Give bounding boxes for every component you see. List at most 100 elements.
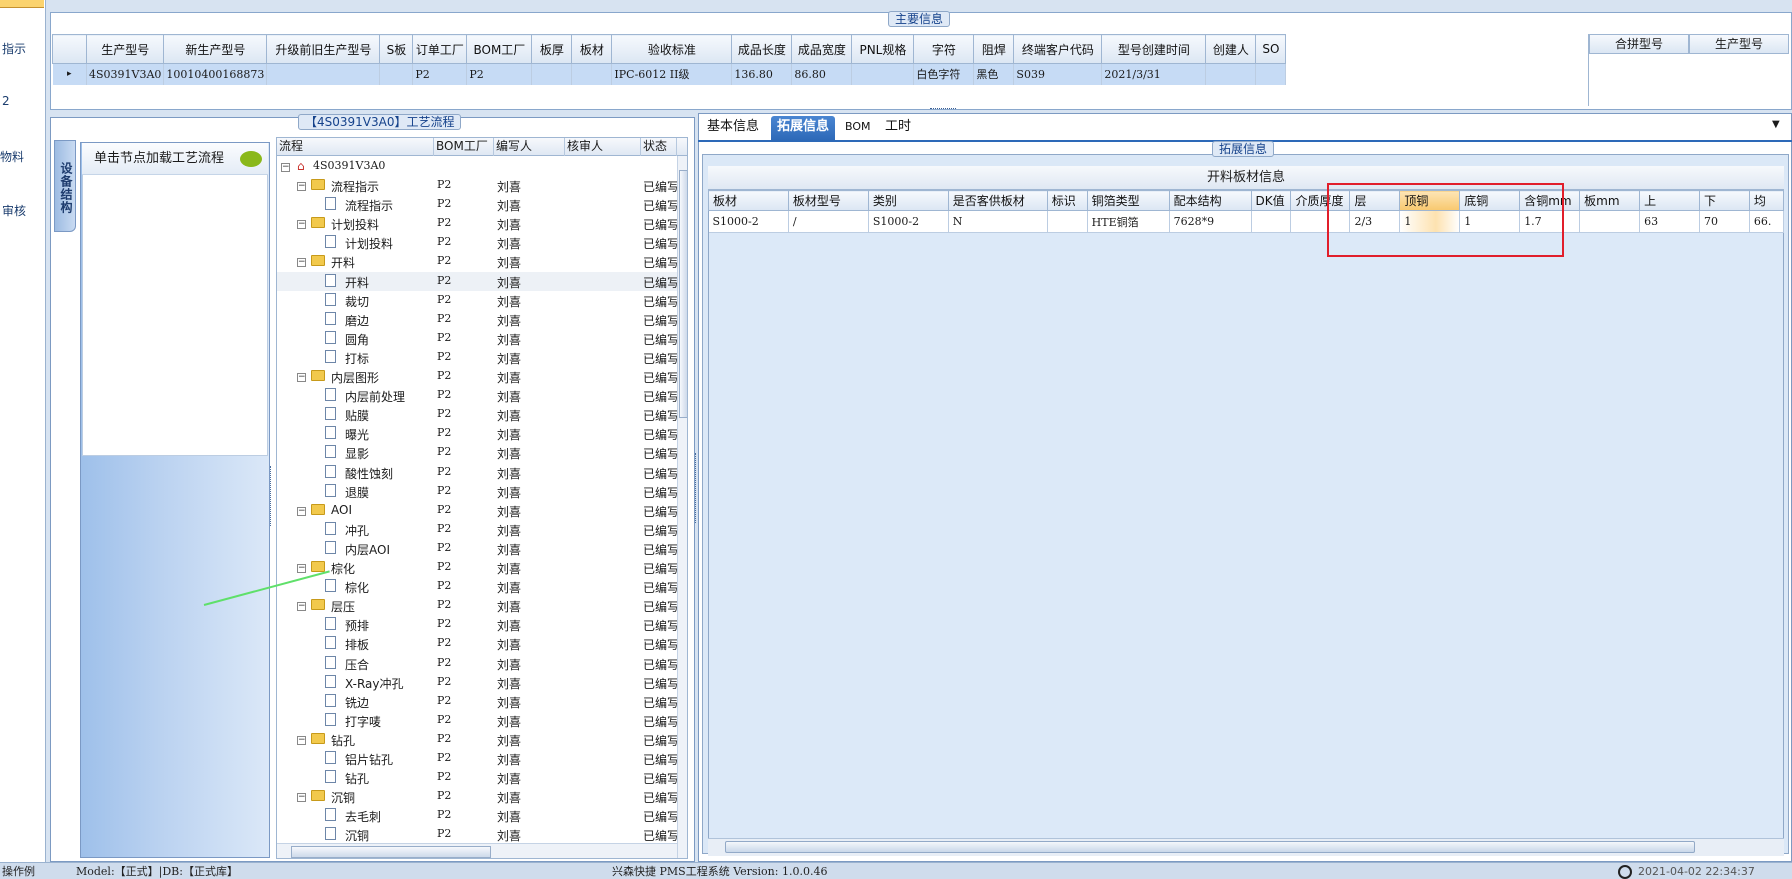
tree-row[interactable]: 酸性蚀刻 P2 刘喜 已编写 [277,463,679,482]
tree-row[interactable]: − 开料 P2 刘喜 已编写 [277,252,679,271]
tree-vscroll-thumb[interactable] [679,170,687,418]
expand-toggle-icon[interactable]: − [297,254,306,268]
main-col-header[interactable]: 升级前旧生产型号 [266,34,381,64]
tree-hscroll-thumb[interactable] [291,846,491,858]
material-col-header[interactable]: 铜箔类型 [1086,190,1170,211]
material-col-header[interactable]: 板mm [1579,190,1641,211]
left-nav-item[interactable]: 物料 [0,148,24,165]
tree-row[interactable]: 曝光 P2 刘喜 已编写 [277,424,679,443]
tab-bom[interactable]: BOM [839,116,877,140]
tree-row[interactable]: 内层AOI P2 刘喜 已编写 [277,539,679,558]
tree-row[interactable]: 贴膜 P2 刘喜 已编写 [277,405,679,424]
tab-work-hours[interactable]: 工时 [879,116,917,140]
tree-row[interactable]: 圆角 P2 刘喜 已编写 [277,329,679,348]
tree-col-bom-factory[interactable]: BOM工厂 [434,138,494,156]
expand-toggle-icon[interactable]: − [297,216,306,230]
material-col-header[interactable]: DK值 [1250,190,1292,211]
main-col-header[interactable]: S板 [379,34,414,64]
main-col-header[interactable]: 创建人 [1205,34,1257,64]
tree-row[interactable]: 排板 P2 刘喜 已编写 [277,634,679,653]
tree-vscroll[interactable] [677,156,687,858]
expand-toggle-icon[interactable]: − [297,560,306,574]
expand-toggle-icon[interactable]: − [297,598,306,612]
tree-row[interactable]: 内层前处理 P2 刘喜 已编写 [277,386,679,405]
tab-ext-info[interactable]: 拓展信息 [771,116,836,140]
tree-row[interactable]: 磨边 P2 刘喜 已编写 [277,310,679,329]
tree-row[interactable]: 棕化 P2 刘喜 已编写 [277,577,679,596]
main-col-header[interactable]: 板材 [571,34,613,64]
tree-root[interactable]: − ⌂ 4S0391V3A0 [277,157,677,176]
material-col-header[interactable]: 板材 [708,190,789,211]
merge-model-column[interactable]: 合拼型号 [1589,34,1689,54]
material-col-header[interactable]: 标识 [1046,190,1088,211]
tree-row[interactable]: − 内层图形 P2 刘喜 已编写 [277,367,679,386]
tree-row[interactable]: 铝片钻孔 P2 刘喜 已编写 [277,749,679,768]
main-col-header[interactable]: 新生产型号 [163,34,268,64]
tree-row[interactable]: − 沉铜 P2 刘喜 已编写 [277,787,679,806]
tree-row[interactable]: 计划投料 P2 刘喜 已编写 [277,233,679,252]
chevron-down-icon[interactable]: ▼ [1772,119,1780,130]
tree-row[interactable]: 冲孔 P2 刘喜 已编写 [277,520,679,539]
main-col-header[interactable]: 板厚 [531,34,573,64]
material-col-header[interactable]: 均 [1748,190,1784,211]
tree-col-flow[interactable]: 流程 [277,138,434,156]
main-col-header[interactable]: 验收标准 [611,34,733,64]
tab-basic-info[interactable]: 基本信息 [701,116,765,140]
tree-row[interactable]: 沉铜 P2 刘喜 已编写 [277,825,679,844]
tree-row[interactable]: 去毛刺 P2 刘喜 已编写 [277,806,679,825]
left-nav-item[interactable]: 指示 [2,40,26,57]
splitter-handle[interactable] [270,466,274,526]
tree-row[interactable]: 退膜 P2 刘喜 已编写 [277,482,679,501]
material-row[interactable]: S1000-2/S1000-2 N HTE铜箔 7628*9 2/3 1 1 1.7 63 70 6… [708,210,1784,233]
material-col-header[interactable]: 板材型号 [787,190,869,211]
tree-row[interactable]: − 计划投料 P2 刘喜 已编写 [277,214,679,233]
tree-row[interactable]: − 流程指示 P2 刘喜 已编写 [277,176,679,195]
material-col-header[interactable]: 类别 [867,190,949,211]
material-col-header[interactable]: 上 [1639,190,1700,211]
material-hscroll-thumb[interactable] [725,841,1695,853]
tree-col-status[interactable]: 状态 [641,138,677,156]
main-col-header[interactable]: 订单工厂 [412,34,468,64]
tree-row[interactable]: X-Ray冲孔 P2 刘喜 已编写 [277,673,679,692]
left-nav-item[interactable]: 2 [2,94,10,108]
tree-row[interactable]: 预排 P2 刘喜 已编写 [277,615,679,634]
main-col-header[interactable]: PNL规格 [851,34,915,64]
tree-col-reviewer[interactable]: 核审人 [565,138,641,156]
expand-toggle-icon[interactable]: − [297,732,306,746]
tree-hscroll[interactable] [277,843,677,858]
tree-row[interactable]: 铣边 P2 刘喜 已编写 [277,692,679,711]
main-col-header[interactable]: BOM工厂 [466,34,533,64]
tree-row[interactable]: 压合 P2 刘喜 已编写 [277,654,679,673]
expand-toggle-icon[interactable]: − [297,503,306,517]
main-col-header[interactable]: 生产型号 [85,34,165,64]
tree-row[interactable]: 打标 P2 刘喜 已编写 [277,348,679,367]
splitter-handle[interactable] [930,108,956,112]
expand-toggle-icon[interactable]: − [297,369,306,383]
main-col-header[interactable]: 阻焊 [973,34,1015,64]
tree-col-writer[interactable]: 编写人 [494,138,565,156]
production-model-column[interactable]: 生产型号 [1689,34,1789,54]
material-col-header[interactable]: 下 [1698,190,1750,211]
left-nav-item[interactable]: 审核 [2,202,26,219]
main-col-header[interactable]: 终端客户代码 [1013,34,1103,64]
expand-toggle-icon[interactable]: − [297,178,306,192]
tree-row[interactable]: 流程指示 P2 刘喜 已编写 [277,195,679,214]
tree-row[interactable]: − 层压 P2 刘喜 已编写 [277,596,679,615]
left-nav-selected-item[interactable] [0,0,44,8]
main-col-header[interactable]: 成品宽度 [791,34,853,64]
tree-row[interactable]: − 钻孔 P2 刘喜 已编写 [277,730,679,749]
main-info-row[interactable]: ▸ 4S0391V3A0 10010400168873 P2 P2 IPC-6012 II… [52,63,1287,85]
main-col-header[interactable]: 字符 [913,34,975,64]
material-col-header[interactable]: 是否客供板材 [947,190,1048,211]
tree-row[interactable]: 显影 P2 刘喜 已编写 [277,443,679,462]
material-col-header[interactable]: 配本结构 [1168,190,1252,211]
load-hint-header[interactable]: 单击节点加载工艺流程 [82,143,268,175]
main-col-header[interactable]: SO [1255,34,1287,64]
expand-toggle-icon[interactable]: − [297,789,306,803]
tree-row[interactable]: 打字唛 P2 刘喜 已编写 [277,711,679,730]
main-col-header[interactable]: 型号创建时间 [1101,34,1207,64]
splitter-handle[interactable] [695,453,699,523]
tree-row[interactable]: − AOI P2 刘喜 已编写 [277,501,679,520]
tree-row[interactable]: − 棕化 P2 刘喜 已编写 [277,558,679,577]
tree-row[interactable]: 钻孔 P2 刘喜 已编写 [277,768,679,787]
